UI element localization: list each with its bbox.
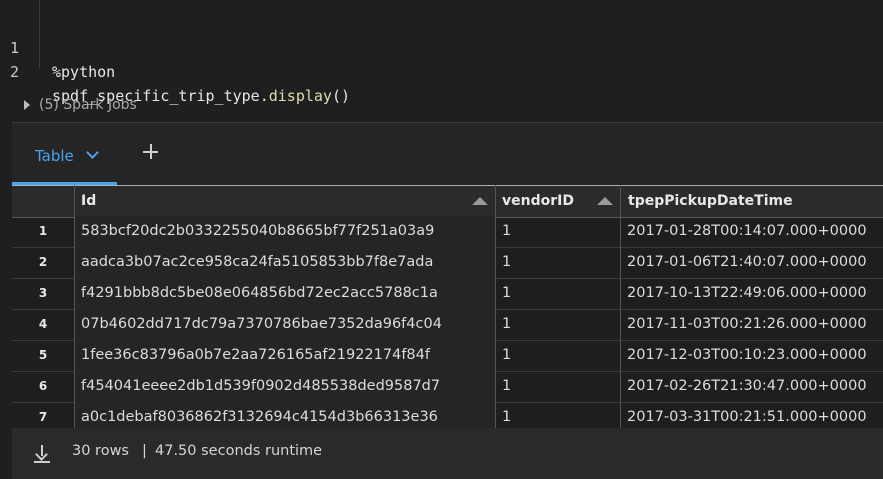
cell-vendorid[interactable]: 1 (502, 216, 612, 247)
cell-id[interactable]: f4291bbb8dc5be08e064856bd72ec2acc5788c1a (75, 278, 495, 309)
cell-id[interactable]: aadca3b07ac2ce958ca24fa5105853bb7f8e7ada (75, 247, 495, 278)
row-count: 30 rows (72, 443, 129, 459)
download-icon[interactable] (34, 445, 50, 463)
spark-jobs-label: (5) Spark Jobs (39, 97, 137, 113)
column-header-vendorid[interactable]: vendorID (502, 186, 597, 217)
data-table: Id vendorID tpepPickupDateTime 1 583bcf20… (12, 185, 883, 428)
row-number: 6 (38, 379, 48, 393)
table-row[interactable]: 1 583bcf20dc2b0332255040b8665bf77f251a03a… (12, 216, 883, 248)
sort-asc-icon[interactable] (472, 197, 488, 205)
cell-vendorid[interactable]: 1 (502, 340, 612, 371)
table-row[interactable]: 6 f454041eeee2db1d539f0902d485538ded9587d… (12, 371, 883, 403)
runtime-text: 47.50 seconds runtime (155, 443, 323, 459)
cell-pickup[interactable]: 2017-01-06T21:40:07.000+0000 (627, 247, 883, 278)
code-function: display (268, 87, 332, 105)
table-row[interactable]: 5 1fee36c83796a0b7e2aa726165af21922174f84… (12, 340, 883, 372)
row-number: 2 (38, 255, 48, 269)
row-number: 7 (38, 410, 48, 424)
column-header-id[interactable]: Id (81, 186, 481, 217)
table-header: Id vendorID tpepPickupDateTime (12, 185, 883, 218)
row-number: 3 (38, 286, 48, 300)
cell-pickup[interactable]: 2017-10-13T22:49:06.000+0000 (627, 278, 883, 309)
cell-id[interactable]: 1fee36c83796a0b7e2aa726165af21922174f84f (75, 340, 495, 371)
spark-jobs-toggle[interactable]: (5) Spark Jobs (24, 94, 137, 116)
code-editor[interactable]: 1 %python 2 spdf_specific_trip_type.disp… (0, 0, 883, 105)
table-row[interactable]: 7 a0c1debaf8036862f3132694c4154d3b66313e3… (12, 402, 883, 428)
cell-pickup[interactable]: 2017-02-26T21:30:47.000+0000 (627, 371, 883, 402)
cell-vendorid[interactable]: 1 (502, 278, 612, 309)
cell-pickup[interactable]: 2017-11-03T00:21:26.000+0000 (627, 309, 883, 340)
code-parens: () (331, 87, 351, 105)
plus-icon[interactable] (142, 143, 160, 161)
code-line-1[interactable]: 1 %python (0, 12, 115, 81)
cell-id[interactable]: f454041eeee2db1d539f0902d485538ded9587d7 (75, 371, 495, 402)
row-number: 4 (38, 317, 48, 331)
tab-table[interactable]: Table (22, 141, 117, 185)
cell-pickup[interactable]: 2017-12-03T00:10:23.000+0000 (627, 340, 883, 371)
table-row[interactable]: 2 aadca3b07ac2ce958ca24fa5105853bb7f8e7ad… (12, 247, 883, 279)
table-row[interactable]: 4 07b4602dd717dc79a7370786bae7352da96f4c0… (12, 309, 883, 341)
chevron-down-icon[interactable] (85, 146, 99, 159)
tab-table-label: Table (35, 147, 74, 165)
code-text: %python (52, 63, 116, 81)
column-header-pickup[interactable]: tpepPickupDateTime (628, 186, 883, 217)
cell-vendorid[interactable]: 1 (502, 309, 612, 340)
cell-id[interactable]: a0c1debaf8036862f3132694c4154d3b66313e36 (75, 402, 495, 428)
column-divider[interactable] (620, 185, 621, 428)
column-divider (74, 185, 75, 428)
row-number: 5 (38, 348, 48, 362)
caret-right-icon (24, 100, 30, 110)
line-number: 2 (10, 63, 20, 81)
gutter-divider (39, 0, 40, 68)
result-tabbar: Table (12, 123, 883, 185)
result-panel: Table Id vendorID tpepPickupDateTime 1 58… (12, 122, 883, 479)
code-line-2[interactable]: 2 spdf_specific_trip_type.display() (0, 36, 350, 105)
footer-separator: | (142, 443, 147, 459)
cell-id[interactable]: 583bcf20dc2b0332255040b8665bf77f251a03a9 (75, 216, 495, 247)
table-row[interactable]: 3 f4291bbb8dc5be08e064856bd72ec2acc5788c1… (12, 278, 883, 310)
cell-pickup[interactable]: 2017-01-28T00:14:07.000+0000 (627, 216, 883, 247)
column-divider[interactable] (495, 185, 496, 428)
cell-pickup[interactable]: 2017-03-31T00:21:51.000+0000 (627, 402, 883, 428)
row-number: 1 (38, 224, 48, 238)
cell-vendorid[interactable]: 1 (502, 402, 612, 428)
cell-id[interactable]: 07b4602dd717dc79a7370786bae7352da96f4c04 (75, 309, 495, 340)
result-footer: 30 rows | 47.50 seconds runtime (12, 428, 883, 479)
sort-asc-icon[interactable] (597, 197, 613, 205)
cell-vendorid[interactable]: 1 (502, 247, 612, 278)
cell-vendorid[interactable]: 1 (502, 371, 612, 402)
